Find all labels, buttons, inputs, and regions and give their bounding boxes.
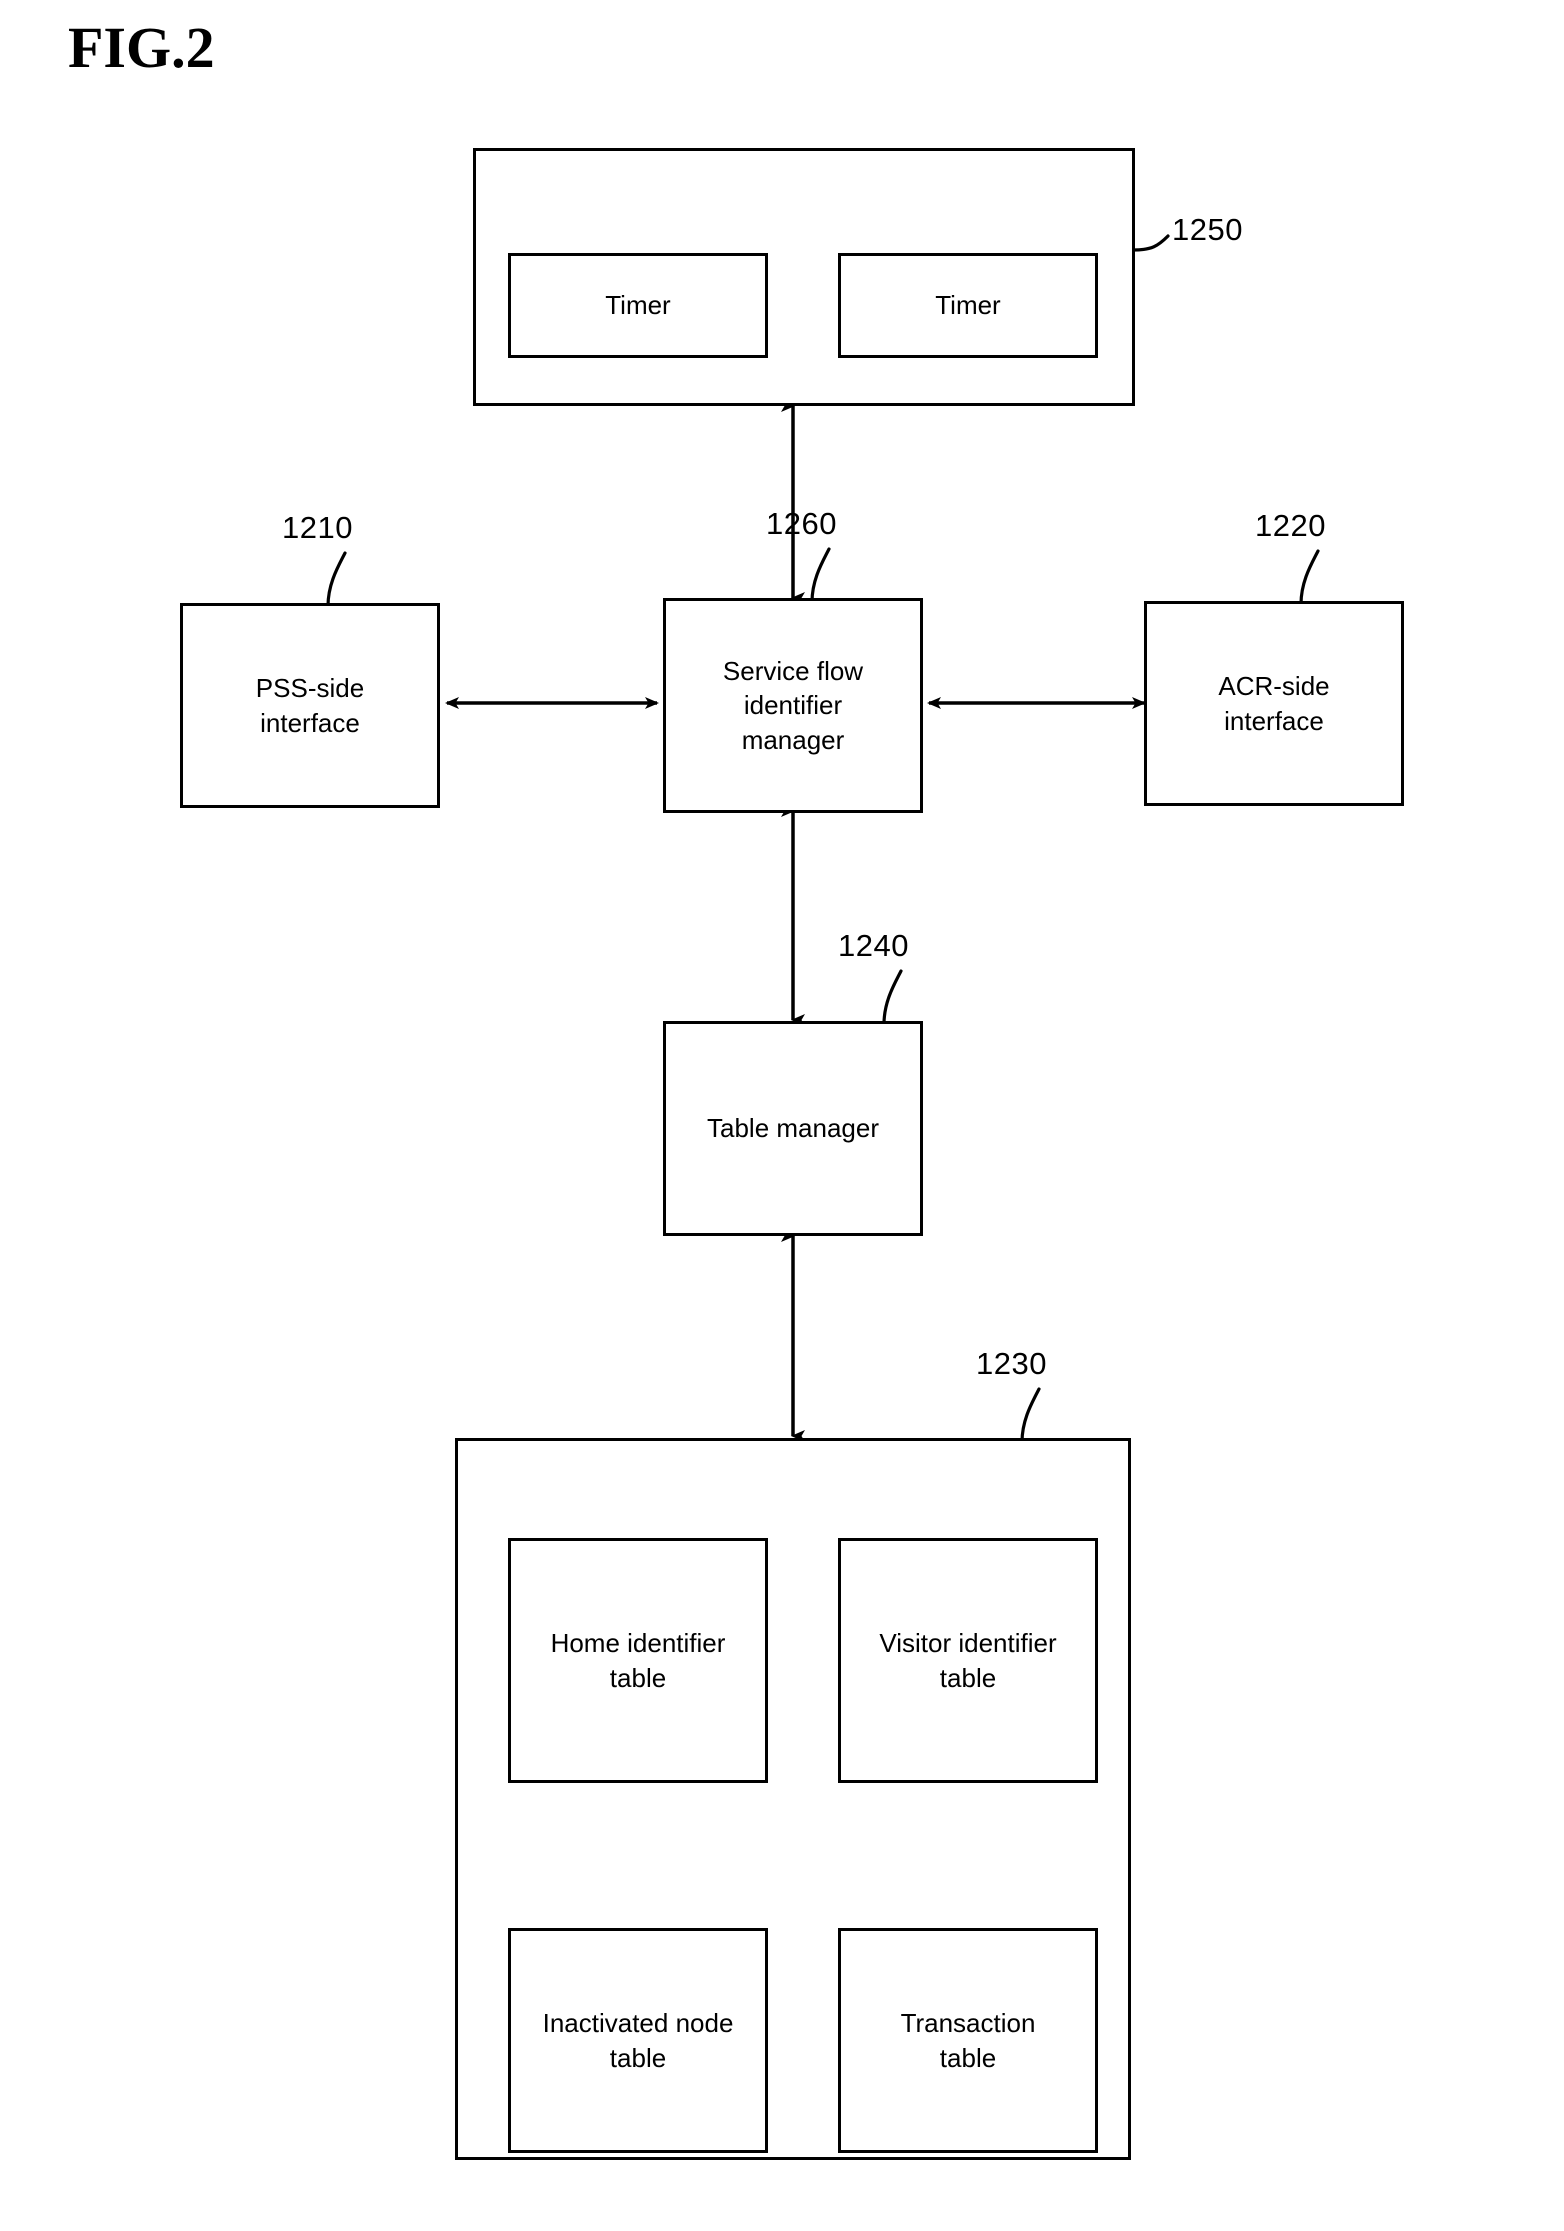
inactivated-node-table-box[interactable]: Inactivated node table bbox=[508, 1928, 768, 2153]
leader-1240 bbox=[882, 969, 903, 1026]
leader-1260 bbox=[810, 547, 831, 604]
timer-box-1253-label: Timer bbox=[935, 290, 1001, 321]
ref-number-1220: 1220 bbox=[1255, 508, 1326, 543]
leader-1210 bbox=[326, 551, 347, 608]
visitor-identifier-table-box[interactable]: Visitor identifier table bbox=[838, 1538, 1098, 1783]
timer-box-1253[interactable]: Timer bbox=[838, 253, 1098, 358]
inactivated-node-table-label: Inactivated node table bbox=[542, 2008, 734, 2073]
timer-container-box: Timer Timer bbox=[473, 148, 1135, 406]
ref-number-1260: 1260 bbox=[766, 506, 837, 541]
timer-box-1251[interactable]: Timer bbox=[508, 253, 768, 358]
page-title: FIG.2 bbox=[68, 15, 215, 80]
leader-1250 bbox=[1131, 234, 1170, 252]
timer-box-1251-label: Timer bbox=[605, 290, 671, 321]
figure-canvas: FIG.2 1250 1210 1260 1220 1240 1230 Time… bbox=[0, 0, 1564, 2231]
transaction-table-label: Transaction table bbox=[900, 2008, 1036, 2073]
service-flow-identifier-manager-box[interactable]: Service flow identifier manager bbox=[663, 598, 923, 813]
visitor-identifier-table-label: Visitor identifier table bbox=[879, 1628, 1057, 1693]
ref-number-1240: 1240 bbox=[838, 928, 909, 963]
transaction-table-box[interactable]: Transaction table bbox=[838, 1928, 1098, 2153]
leader-1230 bbox=[1020, 1387, 1041, 1444]
table-manager-label: Table manager bbox=[707, 1113, 879, 1144]
table-manager-box[interactable]: Table manager bbox=[663, 1021, 923, 1236]
ref-number-1230: 1230 bbox=[976, 1346, 1047, 1381]
acr-side-interface-label: ACR-side interface bbox=[1218, 671, 1330, 736]
table-container-box: Home identifier table Visitor identifier… bbox=[455, 1438, 1131, 2160]
leader-1220 bbox=[1299, 549, 1320, 606]
pss-side-interface-label: PSS-side interface bbox=[255, 673, 365, 738]
home-identifier-table-box[interactable]: Home identifier table bbox=[508, 1538, 768, 1783]
home-identifier-table-label: Home identifier table bbox=[550, 1628, 726, 1693]
service-flow-identifier-manager-label: Service flow identifier manager bbox=[722, 656, 864, 755]
ref-number-1210: 1210 bbox=[282, 510, 353, 545]
ref-number-1250: 1250 bbox=[1172, 212, 1243, 247]
pss-side-interface-box[interactable]: PSS-side interface bbox=[180, 603, 440, 808]
acr-side-interface-box[interactable]: ACR-side interface bbox=[1144, 601, 1404, 806]
